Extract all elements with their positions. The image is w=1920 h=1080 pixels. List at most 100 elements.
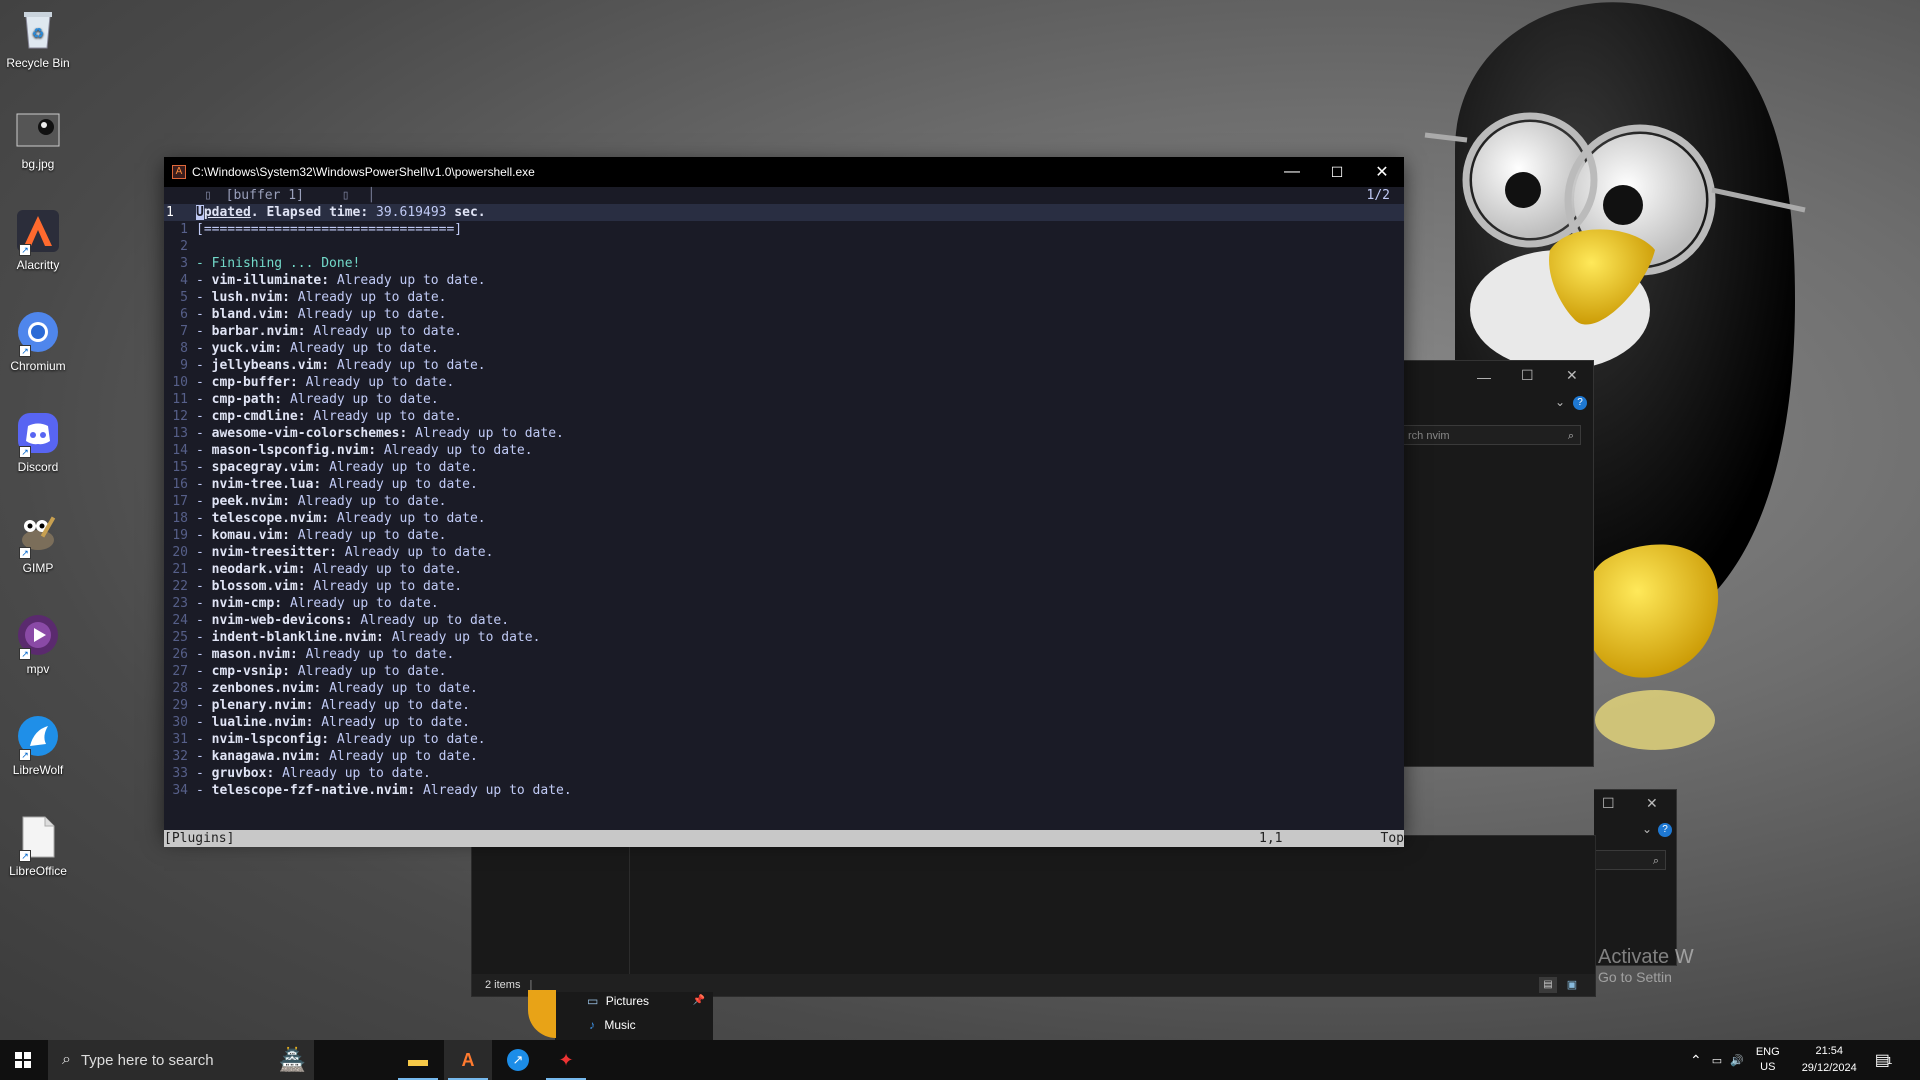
search-icon: ⌕: [1652, 855, 1659, 867]
window-title-bar[interactable]: A C:\Windows\System32\WindowsPowerShell\…: [164, 157, 1404, 187]
desktop-icon-alacritty[interactable]: ↗ Alacritty: [4, 208, 72, 272]
buffer-close-icon[interactable]: ▯: [342, 188, 350, 203]
desktop-icon-discord[interactable]: ↗ Discord: [4, 410, 72, 474]
volume-icon[interactable]: 🔊: [1730, 1054, 1744, 1067]
start-button[interactable]: [0, 1040, 46, 1080]
list-dash: -: [196, 749, 212, 764]
nav-item-label: Music: [604, 1018, 636, 1032]
plugin-colon: :: [274, 596, 290, 611]
pin-icon[interactable]: 📌: [693, 995, 705, 1006]
list-dash: -: [196, 783, 212, 798]
taskbar-discord-app[interactable]: ✦: [542, 1040, 590, 1080]
taskbar-search[interactable]: ⌕ Type here to search 🏯: [48, 1040, 314, 1080]
taskbar-file-explorer[interactable]: ▬: [394, 1040, 442, 1080]
taskbar: ⌕ Type here to search 🏯 ▬ A ↗ ✦ ⌃ ▭ 🔊 EN…: [0, 1040, 1920, 1080]
desktop-icon-mpv[interactable]: ↗ mpv: [4, 612, 72, 676]
chevron-down-icon[interactable]: ⌄: [1642, 822, 1652, 836]
minimize-button[interactable]: —: [1269, 157, 1315, 187]
large-icons-view-icon[interactable]: ▣: [1563, 977, 1581, 993]
plugin-status: Already up to date.: [360, 613, 510, 628]
nav-item-pictures[interactable]: ▭ Pictures: [587, 994, 649, 1008]
desktop-icon-recycle-bin[interactable]: ♻ Recycle Bin: [4, 6, 72, 70]
statusline: [Plugins] 1,1 Top: [164, 830, 1404, 847]
close-button[interactable]: ✕: [1359, 157, 1405, 187]
plugin-line: 24- nvim-web-devicons: Already up to dat…: [164, 612, 1404, 629]
plugin-name: neodark.vim: [211, 562, 298, 577]
help-icon[interactable]: ?: [1658, 823, 1672, 837]
plugin-name: komau.vim: [211, 528, 283, 543]
plugin-line: 34- telescope-fzf-native.nvim: Already u…: [164, 782, 1404, 799]
plugin-line: 13- awesome-vim-colorschemes: Already up…: [164, 425, 1404, 442]
clock[interactable]: 21:54 29/12/2024: [1802, 1043, 1857, 1077]
plugin-name: bland.vim: [211, 307, 283, 322]
list-dash: -: [196, 647, 212, 662]
plugin-line: 33- gruvbox: Already up to date.: [164, 765, 1404, 782]
list-dash: -: [196, 324, 212, 339]
language-indicator[interactable]: ENG US: [1756, 1045, 1780, 1075]
desktop-icon-gimp[interactable]: ↗ GIMP: [4, 511, 72, 575]
search-input[interactable]: rch nvim ⌕: [1401, 425, 1581, 445]
plugin-line: 12- cmp-cmdline: Already up to date.: [164, 408, 1404, 425]
buffer-line: 1 Updated. Elapsed time: 39.619493 sec.: [164, 204, 1404, 221]
taskbar-librewolf[interactable]: ↗: [494, 1040, 542, 1080]
list-dash: -: [196, 494, 212, 509]
plugin-name: telescope.nvim: [211, 511, 322, 526]
nvim-buffer[interactable]: ▯ [buffer 1] ▯ │ 1/2 1 Updated. Elapsed t…: [164, 187, 1404, 847]
explorer-window-main: 2 items | ▤ ▣: [471, 835, 1596, 997]
folder-icon: ▬: [408, 1048, 428, 1071]
plugin-name: peek.nvim: [211, 494, 283, 509]
plugin-status: Already up to date.: [289, 392, 439, 407]
network-icon[interactable]: ▭: [1712, 1054, 1722, 1067]
app-icon: ✦: [558, 1049, 574, 1070]
close-icon[interactable]: ✕: [1646, 795, 1658, 812]
maximize-button[interactable]: ☐: [1314, 157, 1360, 187]
plugin-colon: :: [321, 511, 337, 526]
plugin-colon: :: [289, 375, 306, 390]
plugin-name: telescope-fzf-native.nvim: [211, 783, 408, 798]
nav-item-label: Pictures: [605, 994, 650, 1008]
desktop-icon-libreoffice[interactable]: ↗ LibreOffice: [4, 814, 72, 878]
recycle-bin-icon: ♻: [15, 6, 61, 52]
line-number: 22: [172, 579, 188, 594]
search-icon: ⌕: [1567, 430, 1574, 442]
chevron-up-icon[interactable]: ⌃: [1690, 1052, 1702, 1069]
buffer-icon: ▯: [204, 188, 212, 203]
maximize-icon[interactable]: ☐: [1602, 795, 1615, 812]
explorer-window-2: ☐ ✕ ⌄ ? ⌕: [1594, 789, 1677, 966]
line-number: 5: [180, 290, 188, 305]
shortcut-arrow-icon: ↗: [19, 244, 31, 256]
tab-buffer-1[interactable]: [buffer 1]: [226, 188, 304, 203]
list-dash: -: [196, 341, 212, 356]
minimize-icon[interactable]: —: [1477, 369, 1491, 385]
shortcut-arrow-icon: ↗: [19, 749, 31, 761]
plugin-status: Already up to date.: [297, 664, 447, 679]
close-icon[interactable]: ✕: [1566, 367, 1578, 384]
plugin-colon: :: [313, 681, 330, 696]
help-icon[interactable]: ?: [1573, 396, 1587, 410]
search-input[interactable]: ⌕: [1594, 850, 1666, 870]
nav-item-music[interactable]: ♪ Music: [589, 1018, 636, 1032]
notification-center[interactable]: ▤ 1: [1875, 1050, 1893, 1070]
list-dash: -: [196, 630, 212, 645]
page-count: 1/2: [1366, 188, 1390, 203]
line-number: 25: [172, 630, 188, 645]
maximize-icon[interactable]: ☐: [1521, 367, 1534, 384]
line-number: 1: [166, 205, 174, 220]
plugin-line: 30- lualine.nvim: Already up to date.: [164, 714, 1404, 731]
desktop-icon-bg-jpg[interactable]: bg.jpg: [4, 107, 72, 171]
desktop-icon-librewolf[interactable]: ↗ LibreWolf: [4, 713, 72, 777]
plugin-status: Already up to date.: [344, 545, 494, 560]
plugin-status: Already up to date.: [383, 443, 533, 458]
desktop-icon-chromium[interactable]: ↗ Chromium: [4, 309, 72, 373]
details-view-icon[interactable]: ▤: [1539, 977, 1557, 993]
powershell-window[interactable]: A C:\Windows\System32\WindowsPowerShell\…: [164, 157, 1404, 847]
taskbar-alacritty[interactable]: A: [444, 1040, 492, 1080]
plugin-line: 8- yuck.vim: Already up to date.: [164, 340, 1404, 357]
plugin-colon: :: [274, 392, 290, 407]
chevron-down-icon[interactable]: ⌄: [1555, 395, 1565, 409]
line-number: 9: [180, 358, 188, 373]
plugin-name: kanagawa.nvim: [211, 749, 314, 764]
list-dash: -: [196, 290, 212, 305]
finishing-message: - Finishing ... Done!: [196, 256, 361, 271]
plugin-name: vim-illuminate: [211, 273, 322, 288]
